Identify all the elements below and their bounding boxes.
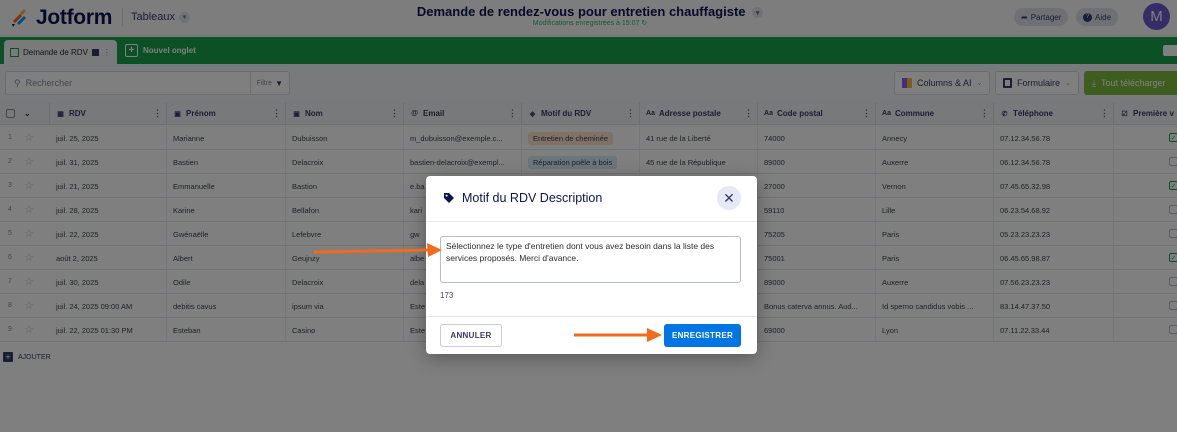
annotation-arrow-save xyxy=(574,328,662,342)
tag-icon xyxy=(444,193,454,203)
description-textarea[interactable]: Sélectionnez le type d'entretien dont vo… xyxy=(440,236,741,283)
cancel-button[interactable]: ANNULER xyxy=(440,324,502,347)
modal-title: Motif du RDV Description xyxy=(462,191,603,205)
save-button[interactable]: ENREGISTRER xyxy=(664,324,741,347)
close-button[interactable]: ✕ xyxy=(717,186,741,210)
modal-divider xyxy=(426,316,757,317)
annotation-arrow-textarea xyxy=(313,243,442,257)
character-count: 173 xyxy=(440,291,454,300)
close-icon: ✕ xyxy=(723,189,735,206)
modal-header: Motif du RDV Description ✕ xyxy=(426,176,757,222)
